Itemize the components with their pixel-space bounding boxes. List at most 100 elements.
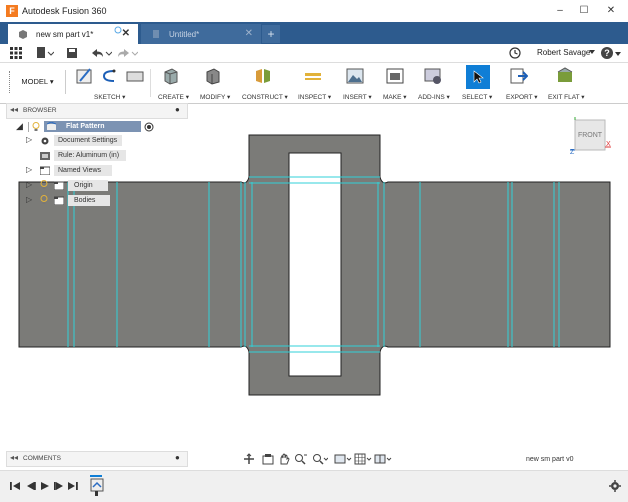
data-panel-icon[interactable]	[10, 47, 22, 59]
close-window-button[interactable]: ✕	[600, 3, 622, 19]
make-3d-print-icon	[386, 68, 404, 84]
sketch-icon	[76, 68, 92, 84]
chevron-down-icon	[615, 52, 621, 56]
tree-node-origin[interactable]: Origin	[68, 180, 108, 191]
quick-access-bar: Robert Savage ?	[0, 44, 628, 63]
collapse-icon[interactable]: ◂◂	[10, 453, 18, 462]
app-logo: F	[6, 5, 18, 17]
zoom-window-icon[interactable]	[294, 453, 308, 465]
display-settings-icon[interactable]	[334, 453, 352, 465]
viewcube-face-label: FRONT	[578, 132, 603, 139]
ribbon-toolbar: MODEL ▾ SKETCH ▾ CREATE ▾ MODIFY ▾ CONST…	[0, 63, 628, 104]
minimize-button[interactable]: –	[549, 3, 571, 19]
redo-icon[interactable]	[116, 47, 138, 59]
divider	[28, 122, 29, 132]
look-at-icon[interactable]	[262, 453, 274, 465]
expand-arrow-icon[interactable]: ▷	[26, 180, 32, 189]
flat-pattern-cutout	[288, 152, 342, 377]
tab-label: new sm part v1*	[36, 30, 94, 39]
expand-arrow-icon[interactable]: ▷	[26, 135, 32, 144]
save-icon[interactable]	[66, 47, 78, 59]
addins-group[interactable]: ADD-INS ▾	[418, 65, 454, 101]
activate-radio-icon[interactable]	[144, 122, 154, 132]
flat-pattern-icon	[47, 122, 56, 130]
rectangle-icon	[126, 71, 144, 82]
create-group[interactable]: CREATE ▾	[156, 65, 192, 101]
comments-pin-icon[interactable]: ●	[175, 453, 180, 462]
timeline-settings-gear-icon[interactable]	[609, 480, 621, 492]
step-forward-icon[interactable]	[54, 481, 64, 491]
grid-settings-icon[interactable]	[354, 453, 372, 465]
pan-hand-icon[interactable]	[278, 453, 290, 465]
create-label: CREATE ▾	[158, 94, 189, 101]
job-status-icon[interactable]	[509, 47, 521, 59]
browser-pin-icon[interactable]: ●	[175, 105, 180, 114]
help-icon[interactable]: ?	[601, 47, 613, 59]
browser-title: BROWSER	[23, 107, 57, 114]
expand-arrow-icon[interactable]: ▷	[26, 165, 32, 174]
close-tab-icon[interactable]: ✕	[245, 28, 253, 39]
comments-panel-header[interactable]: ◂◂ COMMENTS ●	[6, 451, 188, 467]
browser-panel-header[interactable]: ◂◂ BROWSER ●	[6, 103, 188, 119]
create-box-icon	[164, 68, 178, 85]
viewcube-axis-y: Y	[576, 117, 580, 118]
tree-node-named-views[interactable]: Named Views	[54, 165, 112, 176]
select-group[interactable]: SELECT ▾	[460, 65, 500, 101]
go-to-start-icon[interactable]	[10, 481, 20, 491]
insert-group[interactable]: INSERT ▾	[340, 65, 376, 101]
expand-triangle-icon[interactable]: ◢	[16, 121, 23, 132]
maximize-button[interactable]: ☐	[573, 3, 595, 19]
new-tab-button[interactable]: +	[262, 25, 280, 43]
insert-image-icon	[346, 68, 364, 84]
lightbulb-icon[interactable]	[40, 180, 48, 190]
flat-pattern-feature-icon[interactable]	[90, 478, 104, 496]
modify-label: MODIFY ▾	[200, 94, 231, 101]
exit-flat-pattern-icon	[557, 67, 573, 82]
lightbulb-icon[interactable]	[40, 195, 48, 205]
export-icon	[510, 68, 528, 84]
tab-untitled[interactable]: Untitled* ✕	[141, 24, 261, 44]
close-tab-icon[interactable]: ✕	[122, 28, 130, 39]
modify-group[interactable]: MODIFY ▾	[196, 65, 236, 101]
part-icon	[19, 30, 27, 39]
cursor-arrow-icon	[473, 70, 484, 84]
document-tab-bar: new sm part v1* ✕ Untitled* ✕ +	[0, 22, 628, 44]
zoom-icon[interactable]	[312, 453, 328, 465]
tree-node-document-settings[interactable]: Document Settings	[54, 135, 122, 146]
export-group[interactable]: EXPORT ▾	[502, 65, 542, 101]
undo-icon[interactable]	[90, 47, 112, 59]
make-group[interactable]: MAKE ▾	[380, 65, 414, 101]
file-menu-icon[interactable]	[36, 47, 54, 59]
viewcube-axis-x: X	[606, 141, 611, 148]
active-document-name: new sm part v0	[526, 456, 574, 463]
tab-new-sm-part[interactable]: new sm part v1* ✕	[8, 24, 138, 44]
collapse-icon[interactable]: ◂◂	[10, 105, 18, 114]
lightbulb-icon[interactable]	[32, 122, 40, 132]
construct-label: CONSTRUCT ▾	[242, 94, 288, 101]
inspect-group[interactable]: INSPECT ▾	[296, 65, 336, 101]
tree-node-label: Bodies	[74, 197, 96, 204]
go-to-end-icon[interactable]	[68, 481, 78, 491]
workspace-switcher[interactable]: MODEL ▾	[10, 70, 66, 94]
sketch-group[interactable]: SKETCH ▾	[74, 65, 154, 101]
tree-node-bodies[interactable]: Bodies	[68, 195, 110, 206]
play-icon[interactable]	[40, 481, 50, 491]
tree-node-flat-pattern[interactable]: Flat Pattern	[44, 121, 141, 132]
construct-group[interactable]: CONSTRUCT ▾	[240, 65, 290, 101]
comments-title: COMMENTS	[23, 455, 61, 462]
expand-arrow-icon[interactable]: ▷	[26, 195, 32, 204]
exit-flat-group[interactable]: EXIT FLAT ▾	[544, 65, 588, 101]
step-back-icon[interactable]	[26, 481, 36, 491]
addins-scripts-icon	[424, 68, 441, 84]
viewports-icon[interactable]	[374, 453, 392, 465]
make-label: MAKE ▾	[383, 94, 407, 101]
export-label: EXPORT ▾	[506, 94, 538, 101]
tree-node-rule[interactable]: Rule: Aluminum (in)	[54, 150, 126, 161]
document-icon	[153, 30, 159, 38]
folder-icon	[54, 196, 64, 205]
orbit-icon[interactable]	[242, 453, 256, 465]
viewcube[interactable]: FRONT Y X Z	[570, 117, 611, 156]
browser-tree: ◢ Flat Pattern ▷ Document Settings Rule:…	[10, 121, 180, 206]
user-account-menu[interactable]: Robert Savage	[537, 48, 590, 57]
tab-label: Untitled*	[169, 30, 200, 39]
